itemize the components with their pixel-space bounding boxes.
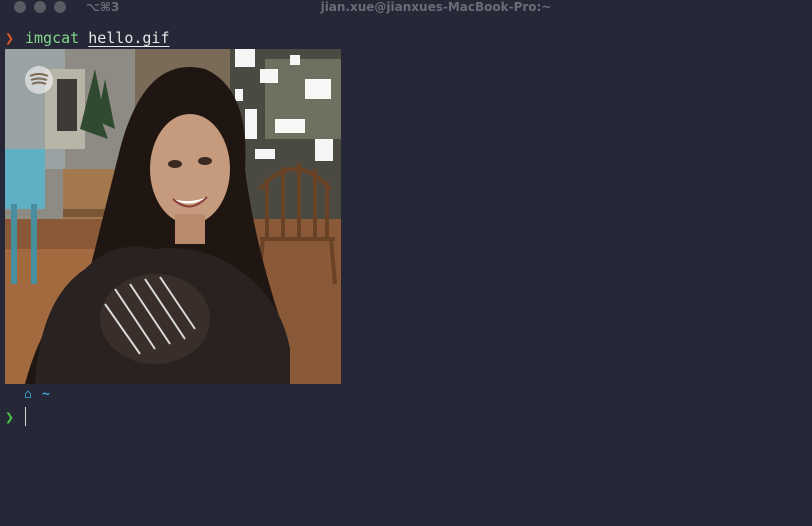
window-title: jian.xue@jianxues-MacBook-Pro:~ xyxy=(320,0,552,14)
command-name: imgcat xyxy=(25,29,80,47)
home-icon: ⌂ xyxy=(24,387,32,402)
gif-preview-image xyxy=(5,49,341,384)
input-line[interactable]: ❯ xyxy=(5,407,26,426)
prompt-symbol: ❯ xyxy=(5,29,15,47)
title-bar: ⌥⌘3 jian.xue@jianxues-MacBook-Pro:~ xyxy=(0,0,812,17)
command-argument[interactable]: hello.gif xyxy=(88,29,169,47)
terminal-window: ⌥⌘3 jian.xue@jianxues-MacBook-Pro:~ ❯ img… xyxy=(0,0,812,526)
prompt-symbol-active: ❯ xyxy=(5,408,15,426)
command-line: ❯ imgcat hello.gif xyxy=(5,29,170,47)
current-path: ~ xyxy=(42,387,50,402)
prompt-context-line: ⌂ ~ xyxy=(5,386,50,404)
gif-preview-illustration xyxy=(5,49,341,384)
text-cursor xyxy=(25,407,26,426)
